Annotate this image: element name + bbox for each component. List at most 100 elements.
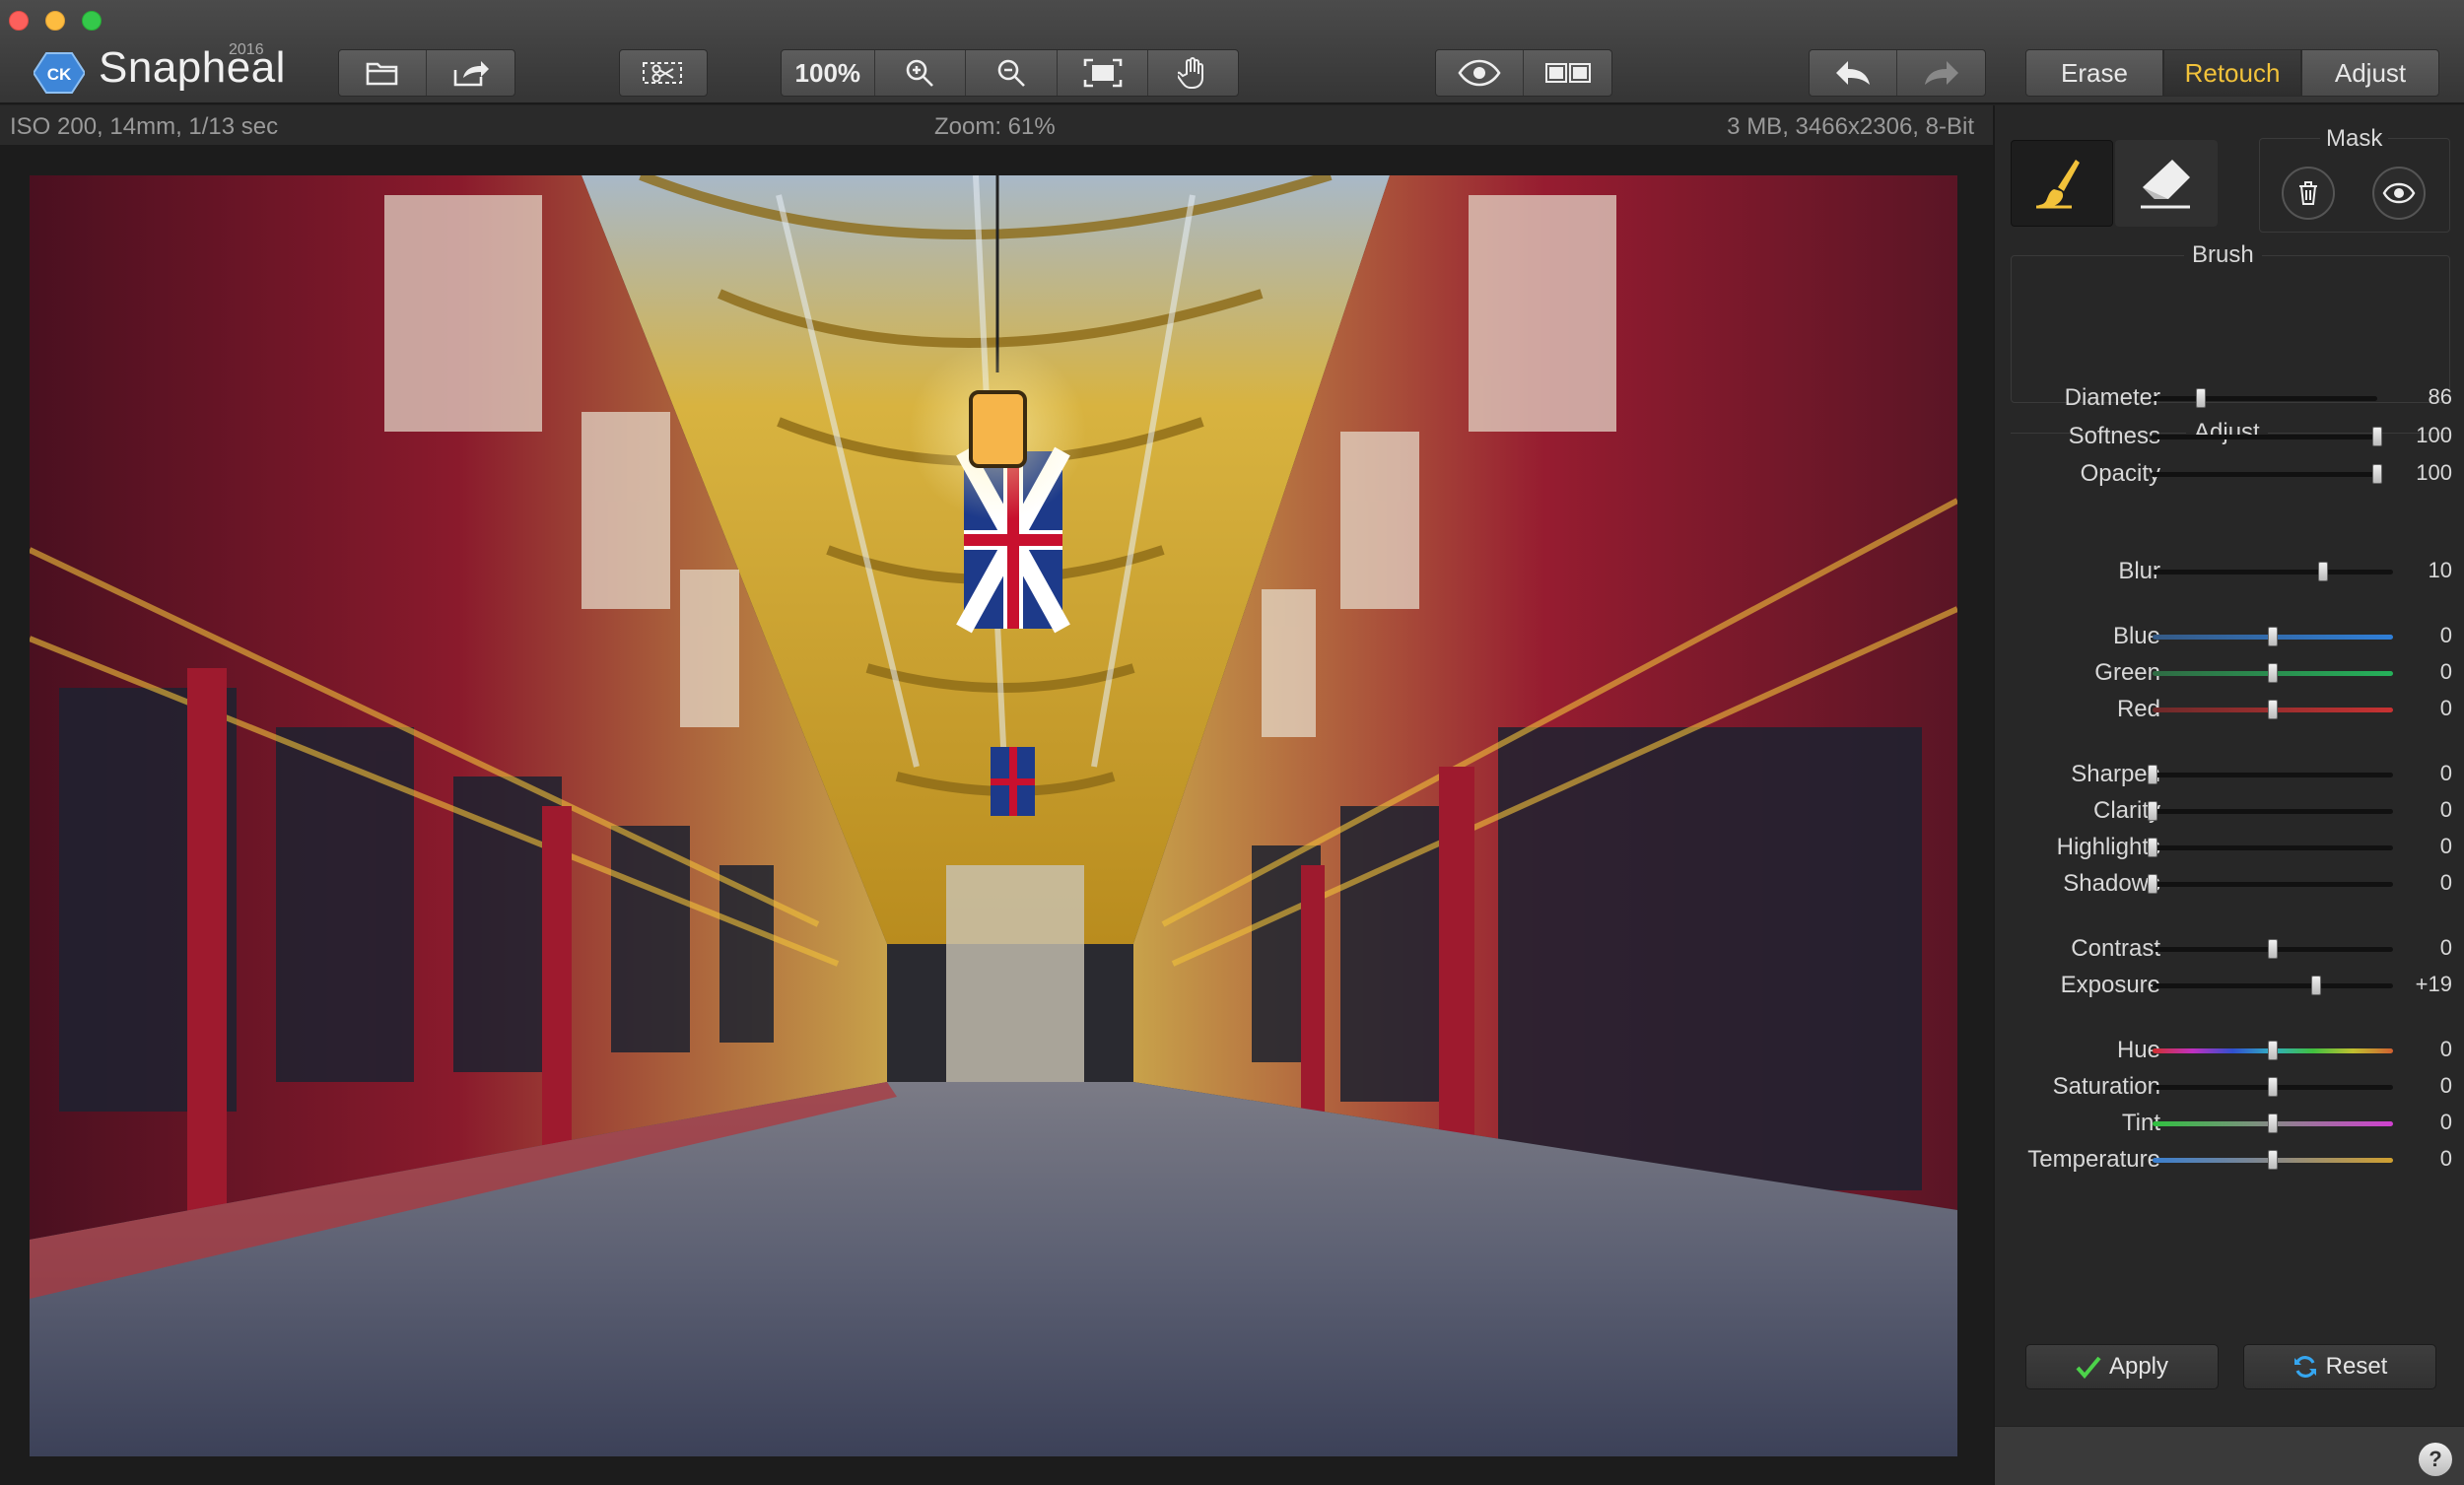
help-button[interactable]: ?	[2419, 1443, 2452, 1476]
minimize-window-button[interactable]	[45, 11, 65, 31]
apply-button[interactable]: Apply	[2025, 1344, 2219, 1389]
title-toolbar: CK Snapheal 2016 100% Erase Retouch Adju…	[0, 0, 2464, 104]
shadows-slider-thumb[interactable]	[2148, 874, 2157, 894]
softness-value: 100	[2416, 423, 2452, 447]
softness-slider[interactable]	[2151, 427, 2382, 446]
softness-slider-thumb[interactable]	[2372, 427, 2382, 446]
red-slider-thumb[interactable]	[2268, 700, 2278, 719]
reset-label: Reset	[2325, 1353, 2388, 1380]
clear-mask-button[interactable]	[2282, 167, 2335, 220]
tab-erase[interactable]: Erase	[2025, 49, 2163, 97]
highlights-value: 0	[2439, 834, 2452, 858]
tint-slider[interactable]	[2153, 1114, 2393, 1133]
diameter-label: Diameter	[2064, 384, 2160, 411]
zoom-button-group: 100%	[781, 49, 1239, 97]
preview-eye-icon	[1458, 59, 1501, 87]
selection-cut-button[interactable]	[619, 49, 708, 97]
hue-slider[interactable]	[2153, 1041, 2393, 1060]
saturation-slider-thumb[interactable]	[2268, 1077, 2278, 1097]
brush-tool-button[interactable]	[2011, 140, 2113, 227]
photo-leadenhall-market[interactable]	[30, 175, 1957, 1456]
shadows-value: 0	[2439, 870, 2452, 895]
file-info: 3 MB, 3466x2306, 8-Bit	[1727, 113, 1974, 140]
close-window-button[interactable]	[9, 11, 29, 31]
shadows-label: Shadows	[2063, 870, 2160, 897]
snapheal-logo-icon: CK	[34, 52, 85, 94]
zoom-100-button[interactable]: 100%	[782, 50, 875, 96]
clarity-slider-thumb[interactable]	[2148, 801, 2157, 821]
compare-split-button[interactable]	[1524, 50, 1611, 96]
sharpen-value: 0	[2439, 761, 2452, 785]
clarity-slider[interactable]	[2148, 801, 2393, 821]
zoom-out-button[interactable]	[966, 50, 1058, 96]
green-slider-thumb[interactable]	[2268, 663, 2278, 683]
panel-footer: ?	[1995, 1426, 2464, 1485]
green-slider[interactable]	[2153, 663, 2393, 683]
history-button-group	[1809, 49, 1986, 97]
saturation-label: Saturation	[2052, 1073, 2160, 1100]
eraser-icon	[2141, 160, 2190, 209]
sharpen-slider[interactable]	[2148, 765, 2393, 784]
slider-row-tint: Tint 0	[1995, 1110, 2464, 1139]
zoom-in-icon	[907, 59, 934, 87]
exposure-value: +19	[2415, 972, 2452, 996]
contrast-slider[interactable]	[2153, 939, 2393, 959]
blur-slider-thumb[interactable]	[2318, 562, 2329, 581]
zoom-in-button[interactable]	[875, 50, 967, 96]
tint-value: 0	[2439, 1110, 2452, 1134]
pan-hand-button[interactable]	[1148, 50, 1238, 96]
red-slider[interactable]	[2153, 700, 2393, 719]
exposure-label: Exposure	[2060, 972, 2160, 998]
file-button-group	[338, 49, 515, 97]
blue-slider-thumb[interactable]	[2268, 627, 2278, 646]
open-file-button[interactable]	[339, 50, 427, 96]
opacity-slider-thumb[interactable]	[2372, 464, 2382, 484]
redo-button[interactable]	[1897, 50, 1985, 96]
preview-button-group	[1435, 49, 1612, 97]
saturation-slider[interactable]	[2153, 1077, 2393, 1097]
softness-label: Softness	[2068, 423, 2160, 449]
exposure-slider[interactable]	[2153, 976, 2393, 995]
blur-value: 10	[2428, 558, 2452, 582]
trash-icon	[2299, 181, 2317, 205]
zoom-100-label: 100%	[794, 57, 861, 88]
hue-slider-thumb[interactable]	[2268, 1041, 2278, 1060]
undo-icon	[1836, 61, 1870, 85]
zoom-out-icon	[997, 59, 1025, 87]
highlights-slider[interactable]	[2148, 838, 2393, 857]
show-mask-button[interactable]	[2372, 167, 2426, 220]
share-button[interactable]	[427, 50, 514, 96]
preview-toggle-button[interactable]	[1436, 50, 1524, 96]
tab-retouch[interactable]: Retouch	[2163, 49, 2301, 97]
temperature-slider-thumb[interactable]	[2268, 1150, 2278, 1170]
mask-label: Mask	[2320, 125, 2389, 153]
tab-adjust[interactable]: Adjust	[2301, 49, 2439, 97]
slider-row-softness: Softness 100	[1995, 423, 2464, 452]
temperature-slider[interactable]	[2153, 1150, 2393, 1170]
blur-slider[interactable]	[2153, 562, 2393, 581]
hue-value: 0	[2439, 1037, 2452, 1061]
app-window: CK Snapheal 2016 100% Erase Retouch Adju…	[0, 0, 2464, 1485]
blue-slider[interactable]	[2153, 627, 2393, 646]
diameter-value: 86	[2428, 384, 2452, 409]
compare-split-icon	[1544, 63, 1591, 83]
checkmark-icon	[2076, 1356, 2101, 1379]
reset-button[interactable]: Reset	[2243, 1344, 2436, 1389]
diameter-slider[interactable]	[2151, 388, 2377, 408]
maximize-window-button[interactable]	[82, 11, 102, 31]
sharpen-slider-thumb[interactable]	[2148, 765, 2157, 784]
slider-row-red: Red 0	[1995, 696, 2464, 725]
shadows-slider[interactable]	[2148, 874, 2393, 894]
clarity-value: 0	[2439, 797, 2452, 822]
opacity-slider[interactable]	[2151, 464, 2382, 484]
fit-to-screen-button[interactable]	[1058, 50, 1149, 96]
diameter-slider-thumb[interactable]	[2195, 388, 2206, 408]
contrast-slider-thumb[interactable]	[2268, 939, 2278, 959]
tint-slider-thumb[interactable]	[2268, 1114, 2278, 1133]
undo-button[interactable]	[1810, 50, 1897, 96]
highlights-slider-thumb[interactable]	[2148, 838, 2157, 857]
exposure-slider-thumb[interactable]	[2310, 976, 2321, 995]
eraser-tool-button[interactable]	[2115, 140, 2218, 227]
retouch-panel: Mask Brush Adjust Diameter 86 Softness 100 O…	[1993, 105, 2464, 1485]
green-value: 0	[2439, 659, 2452, 684]
